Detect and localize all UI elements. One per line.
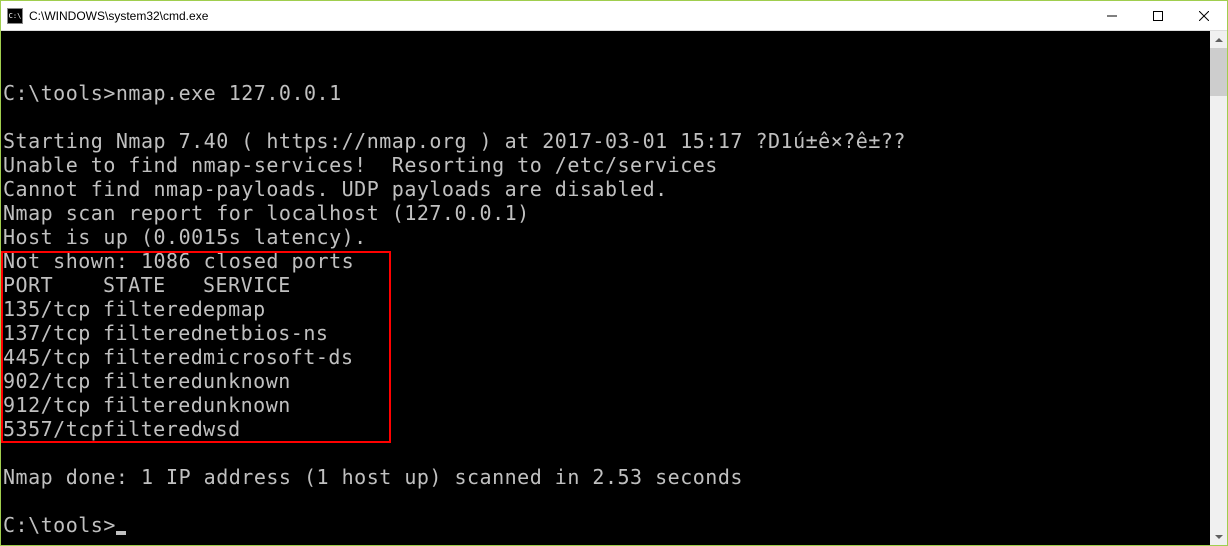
scrollbar-thumb[interactable] xyxy=(1210,48,1227,96)
cell-service: unknown xyxy=(203,369,291,393)
cell-service: epmap xyxy=(203,297,266,321)
cell-port: 135/tcp xyxy=(3,297,103,321)
cell-state: filtered xyxy=(103,345,203,369)
close-button[interactable] xyxy=(1181,1,1227,30)
output-line: Starting Nmap 7.40 ( https://nmap.org ) … xyxy=(3,129,1210,153)
terminal-area[interactable]: C:\tools>nmap.exe 127.0.0.1Starting Nmap… xyxy=(1,31,1227,545)
prompt-path: C:\tools> xyxy=(3,513,116,537)
maximize-button[interactable] xyxy=(1135,1,1181,30)
cell-port: 445/tcp xyxy=(3,345,103,369)
table-row: 135/tcpfilteredepmap xyxy=(3,297,1210,321)
cell-port: 912/tcp xyxy=(3,393,103,417)
cell-service: unknown xyxy=(203,393,291,417)
scroll-down-arrow[interactable] xyxy=(1210,528,1227,545)
output-line: Cannot find nmap-payloads. UDP payloads … xyxy=(3,177,1210,201)
cell-port: 902/tcp xyxy=(3,369,103,393)
window-title: C:\WINDOWS\system32\cmd.exe xyxy=(29,9,1089,23)
cell-state: filtered xyxy=(103,417,203,441)
prompt-path: C:\tools> xyxy=(3,81,116,105)
scroll-up-arrow[interactable] xyxy=(1210,31,1227,48)
output-line: Nmap done: 1 IP address (1 host up) scan… xyxy=(3,465,1210,489)
vertical-scrollbar[interactable] xyxy=(1210,31,1227,545)
minimize-button[interactable] xyxy=(1089,1,1135,30)
output-line: Unable to find nmap-services! Resorting … xyxy=(3,153,1210,177)
cell-state: filtered xyxy=(103,297,203,321)
cell-service: wsd xyxy=(203,417,241,441)
cell-service: netbios-ns xyxy=(203,321,328,345)
command-text: nmap.exe 127.0.0.1 xyxy=(116,81,342,105)
cell-state: filtered xyxy=(103,321,203,345)
window-controls xyxy=(1089,1,1227,30)
table-header: PORTSTATESERVICE xyxy=(3,273,1210,297)
cell-port: 137/tcp xyxy=(3,321,103,345)
table-row: 5357/tcpfilteredwsd xyxy=(3,417,1210,441)
cell-state: filtered xyxy=(103,393,203,417)
table-row: 902/tcpfilteredunknown xyxy=(3,369,1210,393)
terminal-content: C:\tools>nmap.exe 127.0.0.1Starting Nmap… xyxy=(1,31,1210,545)
scrollbar-track[interactable] xyxy=(1210,48,1227,528)
cell-port: 5357/tcp xyxy=(3,417,103,441)
table-row: 912/tcpfilteredunknown xyxy=(3,393,1210,417)
output-line: Not shown: 1086 closed ports xyxy=(3,249,1210,273)
cell-service: microsoft-ds xyxy=(203,345,354,369)
output-line: Host is up (0.0015s latency). xyxy=(3,225,1210,249)
cursor xyxy=(116,531,126,535)
col-service-header: SERVICE xyxy=(203,273,291,297)
col-port-header: PORT xyxy=(3,273,103,297)
app-icon: C:\ xyxy=(7,8,23,24)
output-line: Nmap scan report for localhost (127.0.0.… xyxy=(3,201,1210,225)
table-row: 445/tcpfilteredmicrosoft-ds xyxy=(3,345,1210,369)
col-state-header: STATE xyxy=(103,273,203,297)
title-bar: C:\ C:\WINDOWS\system32\cmd.exe xyxy=(1,1,1227,31)
table-row: 137/tcpfilterednetbios-ns xyxy=(3,321,1210,345)
cell-state: filtered xyxy=(103,369,203,393)
